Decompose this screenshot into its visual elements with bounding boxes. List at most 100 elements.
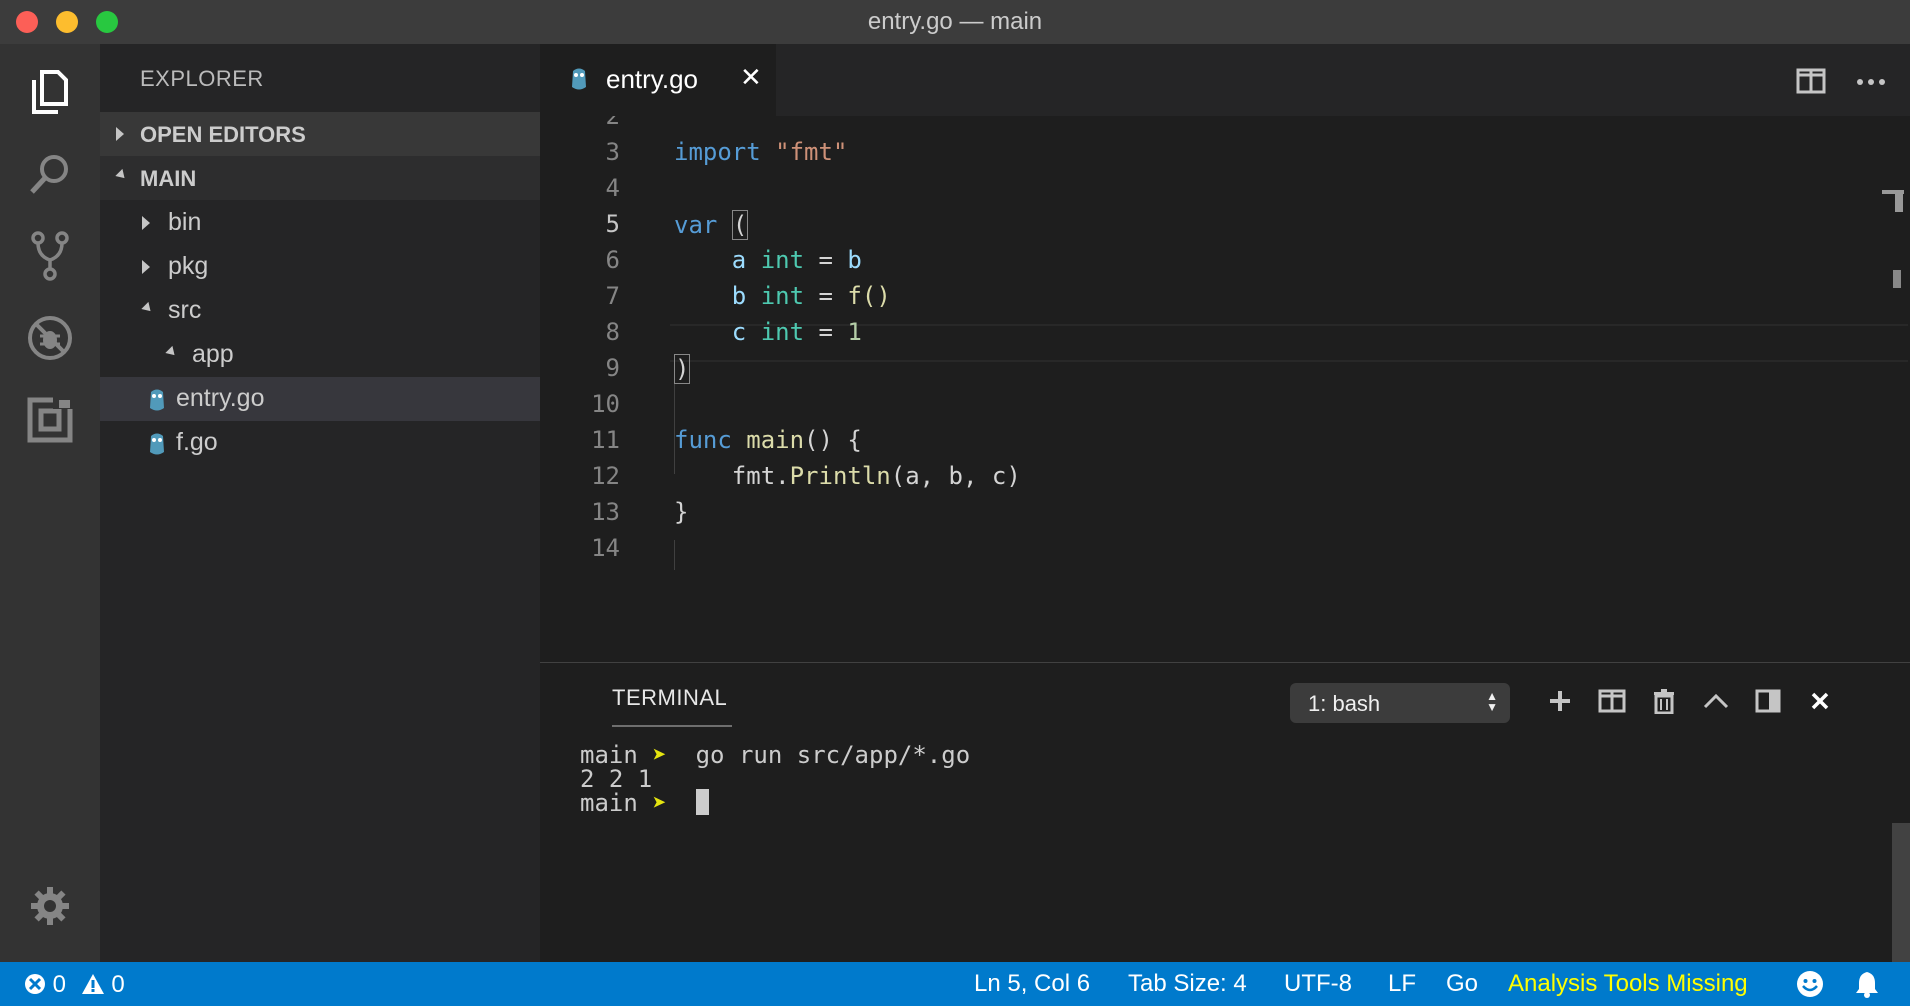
error-count: 0 bbox=[52, 971, 67, 998]
code-editor[interactable]: 2 3 import "fmt" 4 5 var ( 6 a int = b 7… bbox=[540, 116, 1910, 662]
code-line: 7 b int = f() bbox=[540, 280, 1910, 316]
encoding[interactable]: UTF-8 bbox=[1284, 970, 1352, 998]
go-file-icon bbox=[572, 68, 586, 90]
tree-item-label: src bbox=[168, 296, 202, 324]
close-panel-button[interactable] bbox=[1800, 681, 1840, 721]
tab-size[interactable]: Tab Size: 4 bbox=[1128, 970, 1247, 998]
overview-ruler-marker bbox=[1895, 190, 1903, 212]
section-main[interactable]: MAIN bbox=[100, 156, 540, 200]
warning-icon bbox=[81, 974, 104, 994]
terminal-scrollbar[interactable] bbox=[1892, 823, 1910, 963]
extensions-icon[interactable] bbox=[22, 392, 78, 448]
activity-bar bbox=[0, 44, 100, 962]
tree-item-label: f.go bbox=[176, 428, 218, 456]
search-icon[interactable] bbox=[22, 146, 78, 202]
line-number: 9 bbox=[605, 354, 620, 382]
split-terminal-button[interactable] bbox=[1592, 681, 1632, 721]
panel-layout-icon bbox=[1755, 689, 1781, 713]
line-number: 12 bbox=[591, 462, 620, 490]
code-line: 8 c int = 1 bbox=[540, 316, 1910, 352]
tab-label: entry.go bbox=[606, 64, 699, 94]
line-number: 6 bbox=[605, 246, 620, 274]
section-open-editors[interactable]: OPEN EDITORS bbox=[100, 112, 540, 156]
tree-item-label: pkg bbox=[168, 252, 209, 280]
close-tab-button[interactable]: ✕ bbox=[740, 62, 762, 93]
tab-terminal[interactable]: TERMINAL bbox=[612, 685, 727, 711]
explorer-icon[interactable] bbox=[22, 64, 78, 120]
code-line: 10 bbox=[540, 388, 1910, 424]
explorer-sidebar: EXPLORER OPEN EDITORS MAIN bin pkg src a… bbox=[100, 44, 540, 962]
tree-item-pkg[interactable]: pkg bbox=[100, 245, 540, 289]
tree-item-app[interactable]: app bbox=[100, 333, 540, 377]
section-label: MAIN bbox=[140, 166, 197, 191]
line-number: 3 bbox=[605, 138, 620, 166]
chevron-down-icon bbox=[165, 345, 179, 359]
line-number: 8 bbox=[605, 318, 620, 346]
chevron-down-icon bbox=[115, 168, 129, 182]
notifications-bell-icon[interactable] bbox=[1854, 970, 1880, 1005]
prompt-arrow-icon: ➤ bbox=[652, 741, 667, 769]
line-number: 11 bbox=[591, 426, 620, 454]
go-file-icon bbox=[150, 389, 164, 411]
kill-terminal-button[interactable] bbox=[1644, 681, 1684, 721]
line-number: 2 bbox=[605, 116, 620, 130]
toggle-panel-position-button[interactable] bbox=[1748, 681, 1788, 721]
analysis-tools-warning[interactable]: Analysis Tools Missing bbox=[1508, 970, 1748, 998]
split-editor-icon[interactable] bbox=[1796, 68, 1826, 99]
prompt-arrow-icon: ➤ bbox=[652, 789, 667, 817]
feedback-smiley-icon[interactable] bbox=[1796, 970, 1824, 1005]
gear-icon[interactable] bbox=[22, 878, 78, 934]
code-line: 4 bbox=[540, 172, 1910, 208]
chevron-right-icon bbox=[116, 127, 124, 141]
maximize-panel-button[interactable] bbox=[1696, 681, 1736, 721]
new-terminal-button[interactable] bbox=[1540, 681, 1580, 721]
status-bar: 0 0 Ln 5, Col 6 Tab Size: 4 UTF-8 LF Go … bbox=[0, 962, 1910, 1006]
line-number: 5 bbox=[605, 210, 620, 238]
code-line: 11 func main() { bbox=[540, 424, 1910, 460]
cursor-position[interactable]: Ln 5, Col 6 bbox=[974, 970, 1090, 998]
chevron-up-icon bbox=[1703, 693, 1729, 709]
more-actions-icon[interactable] bbox=[1856, 74, 1886, 92]
terminal-cursor bbox=[695, 789, 709, 815]
tab-entry-go[interactable]: entry.go ✕ bbox=[540, 44, 776, 116]
chevron-down-icon bbox=[141, 301, 155, 315]
line-number: 7 bbox=[605, 282, 620, 310]
tree-item-label: bin bbox=[168, 208, 202, 236]
language-mode[interactable]: Go bbox=[1446, 970, 1478, 998]
tree-item-label: app bbox=[192, 340, 234, 368]
code-line: 6 a int = b bbox=[540, 244, 1910, 280]
tree-item-label: entry.go bbox=[176, 384, 265, 412]
end-of-line[interactable]: LF bbox=[1388, 970, 1416, 998]
code-line: 9 ) bbox=[540, 352, 1910, 388]
go-file-icon bbox=[150, 433, 164, 455]
code-line: 2 bbox=[540, 116, 1910, 136]
code-line: 12 fmt.Println(a, b, c) bbox=[540, 460, 1910, 496]
tree-item-bin[interactable]: bin bbox=[100, 201, 540, 245]
title-bar: entry.go — main bbox=[0, 0, 1910, 44]
chevron-right-icon bbox=[142, 216, 150, 230]
close-icon bbox=[1811, 692, 1829, 710]
tree-item-src[interactable]: src bbox=[100, 289, 540, 333]
debug-icon[interactable] bbox=[22, 310, 78, 366]
plus-icon bbox=[1550, 691, 1570, 711]
problems-indicator[interactable]: 0 0 bbox=[24, 971, 125, 999]
select-arrows-icon: ▲ ▼ bbox=[1486, 689, 1498, 714]
line-number: 14 bbox=[591, 534, 620, 562]
bracket-match: ) bbox=[674, 354, 691, 384]
sidebar-title: EXPLORER bbox=[140, 66, 264, 91]
chevron-right-icon bbox=[142, 260, 150, 274]
line-number: 4 bbox=[605, 174, 620, 202]
code-line: 3 import "fmt" bbox=[540, 136, 1910, 172]
section-label: OPEN EDITORS bbox=[140, 122, 306, 147]
line-number: 13 bbox=[591, 498, 620, 526]
line-number: 10 bbox=[591, 390, 620, 418]
trash-icon bbox=[1654, 689, 1674, 714]
source-control-icon[interactable] bbox=[22, 228, 78, 284]
overview-ruler-marker bbox=[1893, 270, 1901, 288]
tree-item-entry-go[interactable]: entry.go bbox=[100, 377, 540, 421]
bracket-match: ( bbox=[731, 210, 749, 240]
tree-item-f-go[interactable]: f.go bbox=[100, 421, 540, 465]
terminal-panel: TERMINAL 1: bash ▲ ▼ main ➤ go run src/a… bbox=[540, 662, 1910, 963]
code-line: 13 } bbox=[540, 496, 1910, 532]
